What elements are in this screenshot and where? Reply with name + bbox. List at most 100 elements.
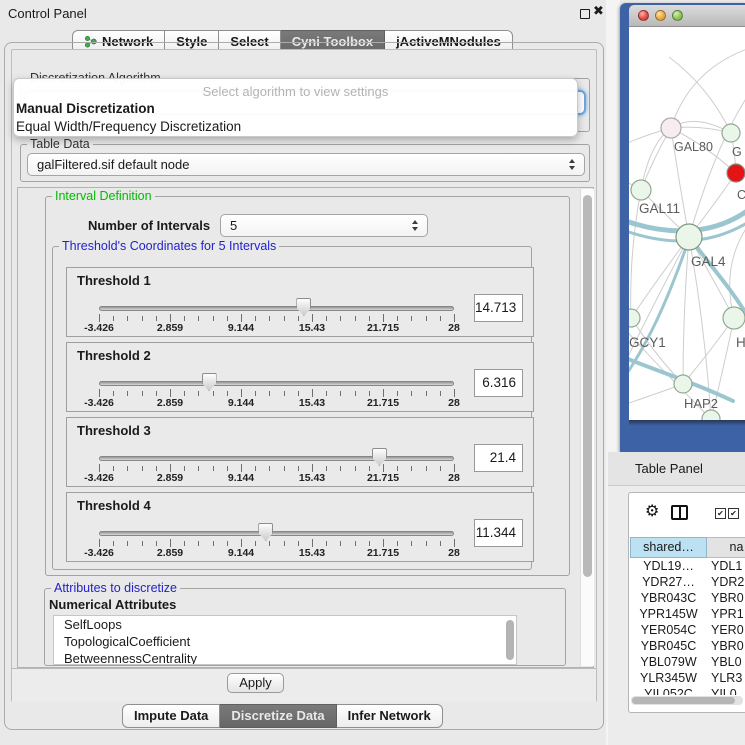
threshold-slider-track[interactable] bbox=[99, 306, 454, 311]
thresholds-group-title: Threshold's Coordinates for 5 Intervals bbox=[59, 239, 279, 253]
threshold-slider-track[interactable] bbox=[99, 456, 454, 461]
slider-tick-label: 9.144 bbox=[221, 397, 261, 409]
table-row[interactable]: YBL079WYBL0 bbox=[630, 655, 745, 671]
slider-tick bbox=[440, 316, 441, 321]
network-edge-thick[interactable] bbox=[629, 239, 689, 379]
table-hscrollbar[interactable] bbox=[631, 696, 743, 705]
threshold-slider-thumb[interactable] bbox=[202, 373, 217, 391]
apply-band bbox=[12, 668, 596, 702]
threshold-value-input[interactable]: 21.4 bbox=[474, 444, 523, 472]
slider-tick-label: 15.43 bbox=[292, 472, 332, 484]
table-row[interactable]: YER054CYER0 bbox=[630, 623, 745, 639]
red-node[interactable] bbox=[727, 164, 745, 182]
close-icon[interactable]: ✖ bbox=[593, 4, 604, 19]
slider-tick bbox=[426, 541, 427, 546]
network-edge[interactable] bbox=[671, 49, 745, 128]
cell-shared-name: YBR043C bbox=[630, 591, 707, 607]
cell-name: YIL0 bbox=[707, 687, 745, 695]
column-header-name[interactable]: na bbox=[707, 537, 745, 558]
slider-tick bbox=[269, 541, 270, 546]
bottom-node[interactable] bbox=[702, 410, 720, 420]
split-columns-icon[interactable] bbox=[671, 505, 688, 520]
slider-tick bbox=[198, 316, 199, 321]
threshold-value-input[interactable]: 6.316 bbox=[474, 369, 523, 397]
table-data-group: Table Data galFiltered.sif default node bbox=[20, 144, 590, 182]
apply-button[interactable]: Apply bbox=[227, 673, 284, 693]
attribute-list-item[interactable]: SelfLoops bbox=[54, 616, 516, 633]
option-manual-discretization[interactable]: Manual Discretization bbox=[16, 101, 155, 116]
gal80-node[interactable] bbox=[661, 118, 681, 138]
number-of-intervals-spinner[interactable]: 5 bbox=[220, 214, 428, 237]
table-row[interactable]: YDR27…YDR2 bbox=[630, 575, 745, 591]
threshold-slider-track[interactable] bbox=[99, 531, 454, 536]
gal11-node[interactable] bbox=[631, 180, 651, 200]
slider-tick bbox=[440, 466, 441, 471]
threshold-value-input[interactable]: 11.344 bbox=[474, 519, 523, 547]
gear-icon[interactable]: ⚙ bbox=[645, 501, 659, 520]
attributes-list-scrollbar[interactable] bbox=[506, 620, 514, 660]
network-window-titlebar[interactable] bbox=[629, 5, 745, 27]
threshold-row: Threshold 4-3.4262.8599.14415.4321.71528… bbox=[66, 492, 534, 562]
top-right-node[interactable] bbox=[722, 124, 740, 142]
network-canvas[interactable]: GAL80GCGAL11GAL4GCY1HHAP2 bbox=[629, 27, 745, 420]
table-row[interactable]: YLR345WYLR3 bbox=[630, 671, 745, 687]
slider-tick bbox=[213, 391, 214, 396]
close-traffic-light-icon[interactable] bbox=[638, 10, 649, 21]
settings-scrollbar-thumb[interactable] bbox=[583, 195, 592, 577]
cell-shared-name: YBL079W bbox=[630, 655, 707, 671]
checkbox-icon[interactable]: ✔ bbox=[728, 508, 739, 519]
threshold-slider-thumb[interactable] bbox=[372, 448, 387, 466]
slider-tick bbox=[241, 314, 242, 322]
slider-tick bbox=[369, 541, 370, 546]
slider-tick-label: 2.859 bbox=[150, 547, 190, 559]
cell-name: YER0 bbox=[707, 623, 745, 639]
checkbox-icon[interactable]: ✔ bbox=[715, 508, 726, 519]
slider-tick bbox=[426, 316, 427, 321]
threshold-slider-thumb[interactable] bbox=[258, 523, 273, 541]
network-edge[interactable] bbox=[631, 237, 689, 318]
zoom-traffic-light-icon[interactable] bbox=[672, 10, 683, 21]
node-label: GAL11 bbox=[639, 201, 680, 216]
threshold-value-input[interactable]: 14.713 bbox=[474, 294, 523, 322]
table-row[interactable]: YIL052CYIL0 bbox=[630, 687, 745, 695]
table-row[interactable]: YPR145WYPR1 bbox=[630, 607, 745, 623]
attribute-list-item[interactable]: BetweennessCentrality bbox=[54, 650, 516, 665]
tab-discretize-data[interactable]: Discretize Data bbox=[220, 704, 336, 728]
option-equal-width-frequency[interactable]: Equal Width/Frequency Discretization bbox=[16, 119, 241, 134]
network-edge-thick[interactable] bbox=[689, 237, 745, 315]
slider-tick bbox=[298, 466, 299, 471]
network-edge[interactable] bbox=[730, 227, 745, 318]
threshold-slider-thumb[interactable] bbox=[296, 298, 311, 316]
minimize-traffic-light-icon[interactable] bbox=[655, 10, 666, 21]
slider-tick bbox=[426, 391, 427, 396]
gcy1-node[interactable] bbox=[629, 309, 640, 327]
slider-tick bbox=[383, 389, 384, 397]
threshold-label: Threshold 1 bbox=[77, 273, 151, 288]
table-hscrollbar-thumb[interactable] bbox=[632, 697, 735, 704]
network-edge[interactable] bbox=[683, 318, 734, 384]
slider-tick bbox=[440, 541, 441, 546]
attribute-list-item[interactable]: TopologicalCoefficient bbox=[54, 633, 516, 650]
numerical-attributes-list[interactable]: SelfLoopsTopologicalCoefficientBetweenne… bbox=[53, 615, 517, 665]
h-node[interactable] bbox=[723, 307, 745, 329]
network-edge[interactable] bbox=[683, 237, 689, 384]
table-row[interactable]: YBR045CYBR0 bbox=[630, 639, 745, 655]
slider-tick bbox=[326, 541, 327, 546]
slider-tick bbox=[184, 541, 185, 546]
tab-infer-network[interactable]: Infer Network bbox=[337, 704, 443, 728]
column-header-shared-name[interactable]: shared… bbox=[630, 537, 707, 558]
network-edge[interactable] bbox=[631, 318, 683, 384]
gal4-node[interactable] bbox=[676, 224, 702, 250]
algorithm-dropdown-popup: Select algorithm to view settings Manual… bbox=[13, 78, 578, 137]
hap2-node[interactable] bbox=[674, 375, 692, 393]
slider-tick bbox=[397, 391, 398, 396]
table-data-combo[interactable]: galFiltered.sif default node bbox=[27, 153, 585, 176]
slider-tick-label: 2.859 bbox=[150, 397, 190, 409]
tab-impute-data[interactable]: Impute Data bbox=[122, 704, 220, 728]
table-row[interactable]: YDL19…YDL1 bbox=[630, 559, 745, 575]
float-window-icon[interactable] bbox=[580, 9, 590, 19]
node-label: C bbox=[737, 188, 745, 202]
threshold-slider-track[interactable] bbox=[99, 381, 454, 386]
table-row[interactable]: YBR043CYBR0 bbox=[630, 591, 745, 607]
settings-scrollbar[interactable] bbox=[580, 189, 594, 666]
